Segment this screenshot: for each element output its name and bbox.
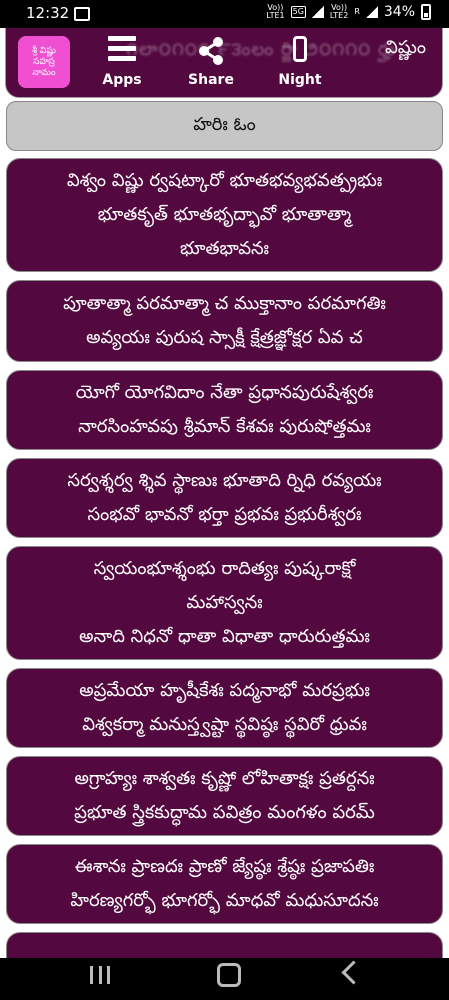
verse-card[interactable]: విశ్వం విష్ణు ర్వషట్కారో భూతభవ్యభవత్ప్రభ…: [6, 158, 443, 272]
verse-line: అవ్యయః పురుష స్సాక్షీ క్షేత్రజ్ఞోక్షర ఏవ…: [86, 327, 363, 348]
share-button[interactable]: Share: [181, 36, 241, 90]
verse-line: పూతాత్మా పరమాత్మా చ ముక్తానాం పరమాగతిః: [63, 293, 386, 314]
sim2-signal-icon: Vo)) LTE2: [330, 4, 348, 20]
verse-card[interactable]: పూతాత్మా పరమాత్మా చ ముక్తానాం పరమాగతిః అవ…: [6, 280, 443, 362]
verse-text: సర్వశ్శర్వ శ్శివ స్థాణుః భూతాది ర్నిధి ర…: [67, 464, 381, 532]
verse-line: అప్రమేయా హృషీకేశః పద్మనాభో మరప్రభుః: [79, 680, 370, 701]
battery-icon: [421, 4, 431, 20]
verse-card[interactable]: అప్రమేయా హృషీకేశః పద్మనాభో మరప్రభుః విశ్వ…: [6, 668, 443, 748]
menu-icon: [108, 36, 136, 66]
verse-card[interactable]: యోగో యోగవిదాం నేతా ప్రధానపురుషేశ్వరః నారస…: [6, 370, 443, 450]
sim2-label: LTE2: [329, 11, 349, 20]
verse-line: ఈశానః ప్రాణదః ప్రాణో జ్యేష్ఠః శ్రేష్ఠః ప…: [74, 856, 375, 877]
roaming-indicator: R: [354, 7, 360, 16]
status-right: Vo)) LTE1 5G Vo)) LTE2 R 34%: [266, 4, 431, 20]
verse-line: మహాస్వనః: [186, 592, 263, 613]
verse-line: హిరణ్యగర్భో భూగర్భో మాధవో మధుసూదనః: [70, 890, 379, 911]
verse-text: ఈశానః ప్రాణదః ప్రాణో జ్యేష్ఠః శ్రేష్ఠః ప…: [70, 850, 378, 918]
sim1-signal-icon: Vo)) LTE1: [266, 4, 284, 20]
share-icon: [199, 37, 223, 65]
verse-line: విశ్వకర్మా మనుస్త్వష్టా స్థవిష్ఠః స్థవిర…: [82, 714, 367, 735]
verse-card[interactable]: సర్వశ్శర్వ శ్శివ స్థాణుః భూతాది ర్నిధి ర…: [6, 458, 443, 538]
verse-text: అగ్రాహ్యః శాశ్వతః కృష్ణో లోహితాక్షః ప్రత…: [74, 762, 375, 830]
share-label: Share: [188, 72, 234, 88]
system-nav-bar: [0, 958, 449, 1000]
verse-line: స్వయంభూశ్శంభు రాదిత్యః పుష్కరాక్షో: [93, 558, 356, 579]
verse-line: విశ్వం విష్ణు ర్వషట్కారో భూతభవ్యభవత్ప్రభ…: [66, 170, 383, 191]
back-icon[interactable]: [341, 960, 366, 985]
night-label: Night: [278, 72, 322, 88]
verse-line: నారసింహవపు శ్రీమాన్ కేశవః పురుషోత్తమః: [78, 416, 371, 437]
verse-text: విశ్వం విష్ణు ర్వషట్కారో భూతభవ్యభవత్ప్రభ…: [67, 164, 382, 266]
verse-card[interactable]: ఈశానః ప్రాణదః ప్రాణో జ్యేష్ఠః శ్రేష్ఠః ప…: [6, 844, 443, 924]
verse-line: భూతభావనః: [179, 238, 270, 259]
signal-bars-icon: [311, 6, 324, 18]
network-5g-badge: 5G: [290, 6, 306, 18]
verse-line: అనాది నిధనో ధాతా విధాతా ధారురుత్తమః: [79, 626, 370, 647]
home-icon[interactable]: [217, 963, 241, 987]
gallery-notification-icon: [74, 7, 90, 21]
verse-line: ప్రభూత స్త్రికకుద్ధామ పవిత్రం మంగళం పరమ్: [74, 802, 375, 823]
verse-line: అగ్రాహ్యః శాశ్వతః కృష్ణో లోహితాక్షః ప్రత…: [74, 768, 375, 789]
verse-text: స్వయంభూశ్శంభు రాదిత్యః పుష్కరాక్షో మహాస్వ…: [79, 552, 370, 654]
recent-apps-icon[interactable]: [90, 966, 110, 984]
verse-text: యోగో యోగవిదాం నేతా ప్రధానపురుషేశ్వరః నారస…: [76, 376, 374, 444]
invocation-header: హరిః ఓం: [6, 101, 443, 151]
phone-icon: [293, 36, 307, 62]
verse-line: భూతకృత్ భూతభృద్భావో భూతాత్మా: [97, 204, 352, 225]
verse-card[interactable]: అగ్రాహ్యః శాశ్వతః కృష్ణో లోహితాక్షః ప్రత…: [6, 756, 443, 836]
verse-card[interactable]: స్వయంభూశ్శంభు రాదిత్యః పుష్కరాక్షో మహాస్వ…: [6, 546, 443, 660]
app-logo[interactable]: శ్రీ విష్ణు సహస్ర నామం: [18, 36, 70, 88]
verse-line: యోగో యోగవిదాం నేతా ప్రధానపురుషేశ్వరః: [75, 382, 374, 403]
sim1-label: LTE1: [266, 11, 285, 20]
signal-bars-icon-2: [365, 6, 378, 18]
status-time: 12:32: [26, 4, 70, 22]
verse-card-partial[interactable]: [6, 932, 443, 958]
verse-line: సంభవో భావనో భర్తా ప్రభవః ప్రభురీశ్వరః: [87, 504, 362, 525]
app-content: ౧లా౦౧౦౦ ౯౩ంలం ర్జిా ౨౦౧౧౦ ర్హు విష్ణుం శ…: [0, 28, 449, 958]
verse-text: అప్రమేయా హృషీకేశః పద్మనాభో మరప్రభుః విశ్వ…: [79, 674, 370, 742]
app-toolbar: శ్రీ విష్ణు సహస్ర నామం Apps Share Night: [0, 28, 449, 94]
night-mode-button[interactable]: Night: [270, 36, 330, 90]
verse-text: పూతాత్మా పరమాత్మా చ ముక్తానాం పరమాగతిః అవ…: [63, 287, 386, 355]
apps-button[interactable]: Apps: [92, 36, 152, 90]
status-bar: 12:32 Vo)) LTE1 5G Vo)) LTE2 R 34%: [0, 0, 449, 28]
verse-line: సర్వశ్శర్వ శ్శివ స్థాణుః భూతాది ర్నిధి ర…: [67, 470, 382, 491]
apps-label: Apps: [102, 72, 142, 88]
battery-percent: 34%: [383, 4, 415, 20]
